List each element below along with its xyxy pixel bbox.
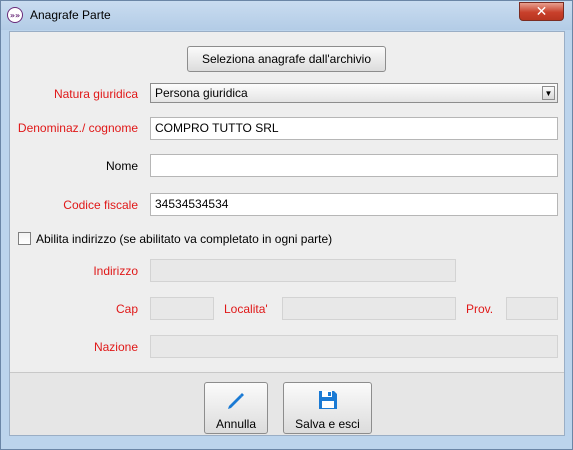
localita-label: Localita' xyxy=(224,302,268,316)
nome-input[interactable] xyxy=(150,154,558,177)
title-bar[interactable]: »» Anagrafe Parte ✕ xyxy=(1,1,572,30)
indirizzo-input[interactable] xyxy=(150,259,456,282)
salva-e-esci-label: Salva e esci xyxy=(295,417,360,431)
floppy-disk-icon xyxy=(316,389,340,411)
natura-giuridica-select[interactable]: Persona giuridica ▼ xyxy=(150,83,558,103)
prov-label: Prov. xyxy=(466,302,494,316)
nome-label: Nome xyxy=(105,159,138,173)
nazione-input[interactable] xyxy=(150,335,558,358)
window-title: Anagrafe Parte xyxy=(30,8,111,22)
natura-giuridica-label: Natura giuridica xyxy=(53,87,138,101)
cap-label: Cap xyxy=(115,302,138,316)
prov-input[interactable] xyxy=(506,297,558,320)
codice-fiscale-label: Codice fiscale xyxy=(63,198,138,212)
nazione-label: Nazione xyxy=(93,340,138,354)
close-icon: ✕ xyxy=(535,3,548,20)
annulla-label: Annulla xyxy=(215,417,257,431)
chevron-down-icon[interactable]: ▼ xyxy=(542,86,555,100)
denominazione-label: Denominaz./ cognome xyxy=(17,121,138,135)
cap-input[interactable] xyxy=(150,297,214,320)
natura-giuridica-value: Persona giuridica xyxy=(155,86,248,100)
salva-e-esci-button[interactable]: Salva e esci xyxy=(283,382,372,434)
abilita-indirizzo-label: Abilita indirizzo (se abilitato va compl… xyxy=(36,232,333,246)
annulla-button[interactable]: Annulla xyxy=(204,382,268,434)
select-archive-button[interactable]: Seleziona anagrafe dall'archivio xyxy=(187,46,386,72)
pencil-icon xyxy=(224,389,248,411)
codice-fiscale-input[interactable]: 34534534534 xyxy=(150,193,558,216)
dialog-window: »» Anagrafe Parte ✕ Seleziona anagrafe d… xyxy=(0,0,573,450)
close-button[interactable]: ✕ xyxy=(519,2,564,21)
app-icon: »» xyxy=(7,7,23,23)
indirizzo-label: Indirizzo xyxy=(93,264,138,278)
footer-bar: Annulla Salva e esci xyxy=(10,373,564,435)
denominazione-input[interactable]: COMPRO TUTTO SRL xyxy=(150,117,558,140)
abilita-indirizzo-checkbox[interactable] xyxy=(18,232,31,245)
localita-input[interactable] xyxy=(282,297,456,320)
dialog-body: Seleziona anagrafe dall'archivio Natura … xyxy=(9,31,565,436)
